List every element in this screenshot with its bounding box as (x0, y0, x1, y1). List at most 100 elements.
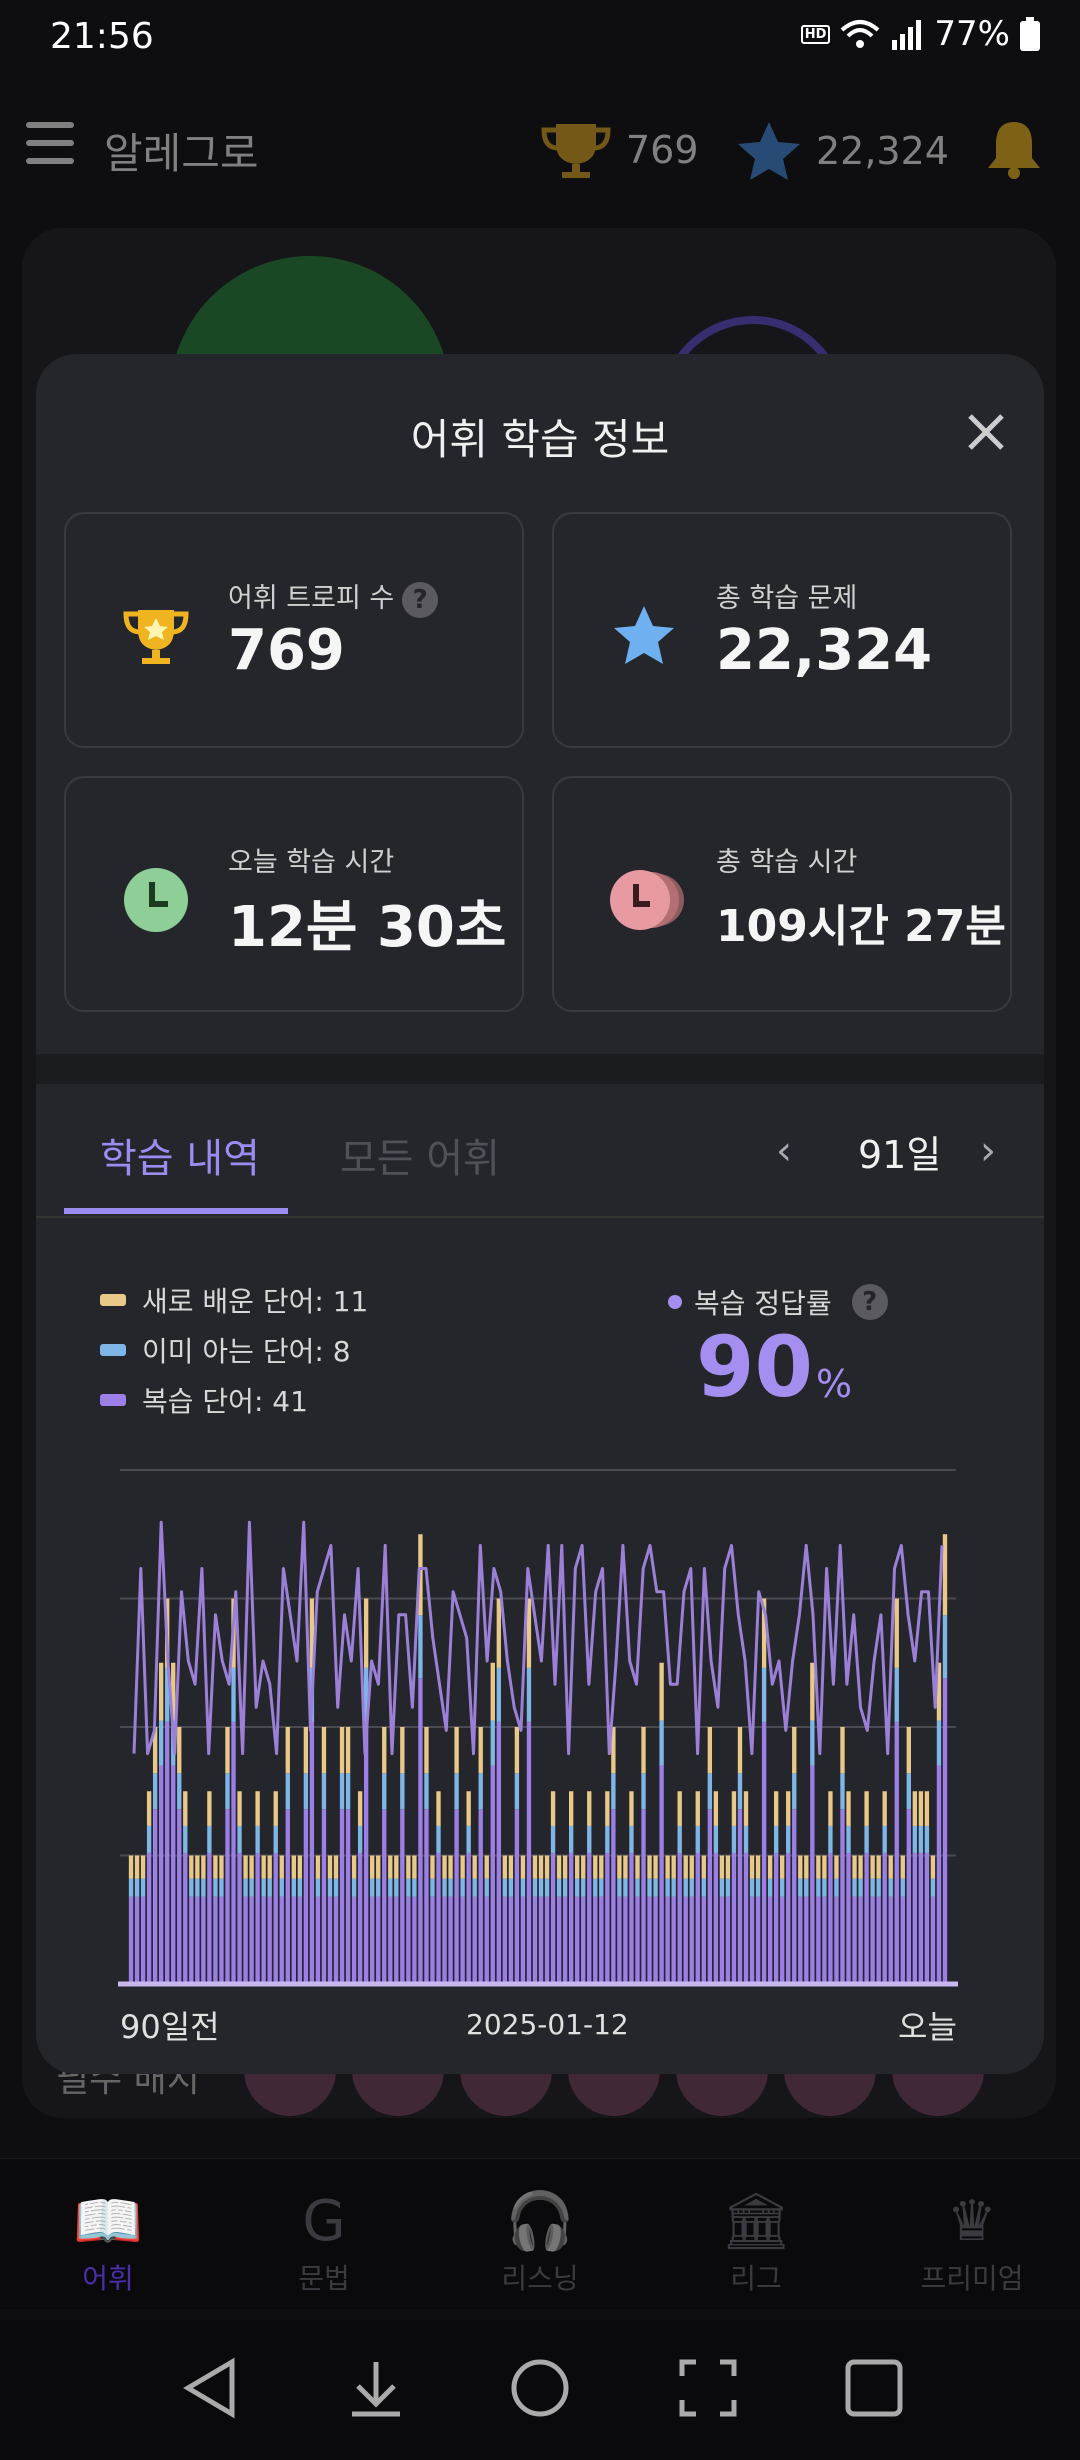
x-label-start: 90일전 (120, 2008, 220, 2046)
bar-known (550, 1825, 556, 1853)
bar-known (767, 1878, 773, 1897)
bar-review (285, 1809, 290, 1984)
bar-review (773, 1852, 779, 1984)
bar-review (412, 1896, 417, 1984)
bar-known (538, 1878, 544, 1897)
bar-review (195, 1896, 200, 1984)
bar-new (201, 1855, 206, 1879)
bar-review (912, 1852, 918, 1984)
bar-review (279, 1896, 284, 1984)
bar-known (568, 1825, 574, 1853)
bar-review (635, 1896, 640, 1984)
bar-known (134, 1878, 140, 1897)
bar-new (128, 1855, 134, 1879)
bar-review (562, 1896, 568, 1984)
bar-known (243, 1878, 248, 1897)
bar-new (195, 1855, 200, 1879)
bar-known (514, 1773, 520, 1810)
bar-known (158, 1720, 164, 1766)
bar-review (665, 1896, 670, 1984)
bar-new (400, 1727, 405, 1774)
accuracy-line (132, 1520, 944, 1756)
bar-new (376, 1855, 381, 1879)
bar-new (846, 1791, 851, 1826)
bar-review (291, 1896, 296, 1984)
bar-review (780, 1896, 785, 1984)
bar-known (707, 1773, 713, 1810)
bar-review (183, 1852, 188, 1984)
bar-new (454, 1727, 459, 1774)
bar-review (442, 1896, 447, 1984)
bar-review (737, 1809, 743, 1984)
bar-new (189, 1855, 194, 1879)
bar-new (508, 1855, 514, 1879)
bar-review (128, 1896, 134, 1984)
bar-new (743, 1791, 749, 1826)
bar-review (339, 1809, 345, 1984)
bar-new (496, 1598, 501, 1668)
bar-known (852, 1878, 857, 1897)
bar-known (152, 1773, 158, 1810)
bar-review (472, 1896, 477, 1984)
bar-known (822, 1878, 827, 1897)
bar-new (261, 1855, 266, 1879)
bar-known (834, 1878, 839, 1897)
bar-known (647, 1878, 652, 1897)
bar-new (502, 1855, 508, 1879)
bar-known (430, 1878, 435, 1897)
bar-review (792, 1809, 797, 1984)
bar-review (653, 1896, 658, 1984)
bar-new (587, 1791, 592, 1826)
bar-review (924, 1852, 930, 1984)
bar-new (273, 1791, 278, 1826)
bar-known (906, 1773, 911, 1810)
bar-new (828, 1791, 833, 1826)
bar-known (526, 1667, 532, 1722)
bar-review (514, 1809, 520, 1984)
bar-new (767, 1855, 773, 1879)
bar-new (134, 1855, 140, 1879)
bar-review (309, 1721, 315, 1984)
bar-known (641, 1773, 646, 1810)
bar-new (442, 1855, 447, 1879)
bar-known (828, 1825, 833, 1853)
bar-known (888, 1878, 893, 1897)
bar-known (424, 1773, 429, 1810)
bar-new (285, 1727, 290, 1774)
bar-review (550, 1852, 556, 1984)
bar-new (472, 1855, 477, 1879)
bar-new (599, 1855, 604, 1879)
bar-new (303, 1727, 309, 1774)
bar-review (345, 1809, 351, 1984)
bar-new (520, 1855, 526, 1879)
bar-review (189, 1896, 194, 1984)
bar-review (146, 1852, 152, 1984)
bar-known (183, 1825, 188, 1853)
bar-known (388, 1878, 393, 1897)
bar-known (472, 1878, 477, 1897)
bar-known (725, 1878, 731, 1897)
bar-known (255, 1825, 260, 1853)
bar-known (189, 1878, 194, 1897)
bar-new (351, 1855, 357, 1879)
bar-new (291, 1855, 296, 1879)
bar-review (568, 1852, 574, 1984)
bar-known (285, 1773, 290, 1810)
bar-known (321, 1773, 327, 1810)
bar-new (677, 1791, 682, 1826)
bar-review (761, 1721, 767, 1984)
bar-new (659, 1662, 664, 1721)
bar-review (273, 1852, 278, 1984)
bar-review (575, 1896, 580, 1984)
bar-review (623, 1896, 628, 1984)
bar-new (617, 1855, 622, 1879)
bar-review (484, 1896, 489, 1984)
bar-known (201, 1878, 206, 1897)
bar-review (888, 1896, 893, 1984)
bar-known (400, 1773, 405, 1810)
bar-new (575, 1855, 580, 1879)
bar-review (261, 1896, 266, 1984)
bar-known (761, 1667, 767, 1722)
bar-known (466, 1825, 471, 1853)
bar-known (623, 1878, 628, 1897)
